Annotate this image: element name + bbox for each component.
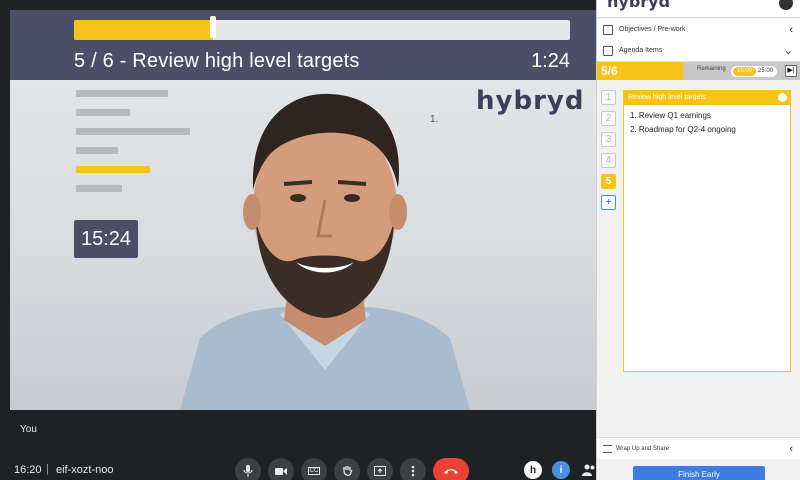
agenda-items-section[interactable]: Agenda Items ⌄ [597, 40, 800, 62]
wrap-up-section[interactable]: Wrap Up and Share ‹ [597, 437, 800, 459]
finish-early-button[interactable]: Finish Early [633, 466, 765, 480]
call-area: 5 / 6 - Review high level targets 1:24 1… [0, 0, 596, 480]
agenda-bar [76, 128, 190, 135]
hybryd-side-panel: hybryd Objectives / Pre-work ‹ Agenda It… [596, 0, 800, 480]
panel-logo: hybryd [607, 0, 671, 11]
meeting-time: 16:20 [14, 464, 42, 476]
info-button[interactable]: i [552, 461, 570, 479]
share-list-icon [603, 444, 612, 453]
participant-name: You [20, 424, 37, 435]
card-header: Review high level targets [624, 91, 790, 105]
hybryd-addon-button[interactable]: h [524, 461, 542, 479]
card-list-item: 2. Roadmap for Q2-4 ongoing [630, 125, 736, 134]
separator: | [46, 463, 49, 475]
slide-marker: 1. [430, 114, 439, 125]
step-1[interactable]: 1 [601, 90, 616, 105]
skip-next-button[interactable]: ▶| [785, 65, 797, 77]
participant-video [180, 93, 470, 410]
step-2[interactable]: 2 [601, 111, 616, 126]
video-tile: 5 / 6 - Review high level targets 1:24 1… [10, 10, 596, 410]
agenda-item-time: 1:24 [531, 50, 570, 72]
card-title: Review high level targets [628, 94, 706, 101]
people-icon [582, 464, 595, 476]
more-options-button[interactable] [400, 458, 426, 480]
add-step-button[interactable]: + [601, 195, 616, 210]
chevron-left-icon: ‹ [789, 23, 793, 36]
agenda-status-bar: 5/6 Remaining 15:00 25:00 ▶| [597, 62, 800, 80]
agenda-bar [76, 147, 118, 154]
agenda-progress-fill [74, 20, 213, 40]
remaining-label: Remaining [697, 66, 726, 72]
calendar-icon [603, 24, 613, 35]
card-status-icon[interactable] [778, 93, 787, 102]
camera-icon [275, 467, 287, 475]
panel-header: hybryd [597, 0, 800, 18]
objectives-label: Objectives / Pre-work [619, 26, 686, 33]
agenda-bar-active [76, 166, 150, 173]
meeting-code: eif-xozt-noo [56, 464, 114, 476]
mic-button[interactable] [235, 458, 261, 480]
step-5[interactable]: 5 [601, 174, 616, 189]
agenda-bar [76, 90, 168, 97]
settings-gear-icon[interactable] [779, 0, 793, 10]
hybryd-logo: hybryd [476, 86, 585, 116]
present-icon [374, 466, 386, 476]
card-body: 1. Review Q1 earnings 2. Roadmap for Q2-… [624, 105, 790, 145]
agenda-bar-list [76, 90, 206, 204]
end-call-icon [444, 469, 458, 474]
chevron-left-icon: ‹ [789, 442, 793, 455]
agenda-item-title: 5 / 6 - Review high level targets [74, 50, 360, 72]
mic-icon [243, 465, 253, 477]
end-call-button[interactable] [433, 458, 469, 480]
agenda-items-label: Agenda Items [619, 47, 663, 54]
current-step-counter: 5/6 [597, 62, 683, 80]
remaining-current: 15:00 [733, 67, 757, 76]
skip-next-icon: ▶| [787, 67, 795, 74]
agenda-bar [76, 109, 130, 116]
captions-icon: CC [307, 467, 321, 475]
app-root: 5 / 6 - Review high level targets 1:24 1… [0, 0, 800, 480]
agenda-progress-track [74, 16, 570, 40]
agenda-overlay: 5 / 6 - Review high level targets 1:24 [10, 10, 596, 80]
card-list-item: 1. Review Q1 earnings [630, 111, 711, 120]
objectives-section[interactable]: Objectives / Pre-work ‹ [597, 19, 800, 41]
agenda-item-card: Review high level targets 1. Review Q1 e… [623, 90, 791, 372]
list-icon [603, 45, 613, 56]
chevron-down-icon: ⌄ [783, 45, 793, 57]
agenda-progress-thumb[interactable] [209, 16, 216, 38]
step-4[interactable]: 4 [601, 153, 616, 168]
meeting-clock: 15:24 [74, 220, 138, 258]
raise-hand-icon [342, 466, 353, 476]
agenda-steps: 1 2 3 4 5 + [601, 90, 617, 216]
step-3[interactable]: 3 [601, 132, 616, 147]
present-button[interactable] [367, 458, 393, 480]
remaining-total: 25:00 [758, 68, 774, 74]
camera-button[interactable] [268, 458, 294, 480]
more-vertical-icon [411, 465, 415, 477]
wrap-up-label: Wrap Up and Share [616, 445, 669, 452]
captions-button[interactable]: CC [301, 458, 327, 480]
raise-hand-button[interactable] [334, 458, 360, 480]
agenda-bar [76, 185, 122, 192]
